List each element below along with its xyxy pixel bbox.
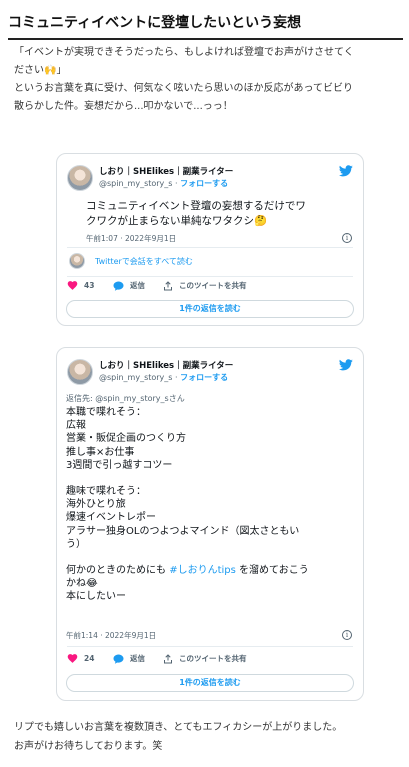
tweet-text-line: コミュニティイベント登壇の妄想するだけでワ: [86, 200, 306, 212]
share-icon: [164, 280, 172, 290]
closing-prefix: 何かのときのためにも: [66, 565, 170, 577]
handle-separator: ·: [172, 179, 181, 188]
outro-paragraph: リプでも嬉しいお言葉を複数頂き、とてもエフィカシーが上がりました。 お声がけお待…: [14, 718, 404, 756]
reply-bubble-icon: [113, 280, 124, 291]
blog-article: コミュニティイベントに登壇したいという妄想 「イベントが実現できそうだったら、も…: [0, 0, 409, 767]
outro-line: リプでも嬉しいお言葉を複数頂き、とてもエフィカシーが上がりました。: [14, 722, 343, 733]
avatar[interactable]: [67, 359, 93, 385]
section-heading: コミュニティイベントに登壇したいという妄想: [8, 12, 403, 40]
heart-icon: [67, 654, 78, 663]
avatar[interactable]: [69, 253, 85, 269]
closing-suffix: を溜めておこう: [235, 565, 309, 577]
like-button[interactable]: 24: [67, 653, 94, 663]
tweet-text-line: 海外ひとり旅: [66, 499, 126, 511]
tweet-text-line: アラサー独身OLのつよつよマインド（図太さともい: [66, 525, 300, 537]
intro-line: ださい🙌」: [14, 65, 67, 76]
twitter-bird-icon[interactable]: [339, 359, 353, 371]
tweet-actions: 24 返信 このツイートを共有: [67, 653, 357, 667]
reply-to-text: 返信先: @spin_my_story_sさん: [66, 394, 185, 403]
tweet-text: コミュニティイベント登壇の妄想するだけでワ クワクが止まらない単純なワタクシ🤔: [86, 199, 348, 229]
intro-line: というお言葉を真に受け、何気なく呟いたら思いのほか反応があってビビり: [14, 83, 353, 94]
outro-line: お声がけお待ちしております。笑: [14, 741, 163, 752]
reply-button[interactable]: 返信: [113, 653, 145, 664]
share-button[interactable]: このツイートを共有: [163, 653, 247, 664]
hashtag-link[interactable]: #しおりんtips: [169, 565, 236, 576]
tweet-text-line: 何かのときのためにも #しおりんtips を溜めておこう: [66, 564, 356, 577]
divider: [67, 276, 353, 277]
tweet-text-line: 爆速イベントレポー: [66, 512, 156, 524]
like-count: 24: [84, 653, 95, 663]
info-icon[interactable]: i: [342, 630, 352, 640]
handle-text[interactable]: @spin_my_story_s: [99, 373, 172, 382]
tweet-author-handle: @spin_my_story_s · フォローする: [99, 178, 228, 189]
share-icon: [164, 653, 172, 663]
heart-icon: [67, 281, 78, 290]
tweet-text-line: 3週間で引っ越すコツー: [66, 459, 173, 471]
like-count: 43: [84, 280, 95, 290]
tweet-text-line: 本にしたいー: [66, 591, 126, 603]
reply-bubble-icon: [113, 653, 124, 664]
tweet-text-line: 趣味で喋れそう：: [66, 486, 146, 498]
intro-paragraph: 「イベントが実現できそうだったら、もしよければ登壇でお声がけさせてく ださい🙌」…: [14, 44, 404, 116]
intro-line: 散らかした件。妄想だから...叩かないで...っっ！: [14, 101, 233, 112]
divider: [67, 646, 353, 647]
tweet-timestamp[interactable]: 午前1:07 · 2022年9月1日: [86, 233, 176, 244]
read-conversation-link[interactable]: Twitterで会話をすべて読む: [95, 256, 193, 267]
tweet-text-line: う）: [66, 538, 86, 550]
intro-line: 「イベントが実現できそうだったら、もしよければ登壇でお声がけさせてく: [14, 47, 354, 58]
tweet-author-handle: @spin_my_story_s · フォローする: [99, 372, 228, 383]
tweet-author-name[interactable]: しおり｜SHElikes｜副業ライター: [99, 359, 233, 371]
tweet-text-line: クワクが止まらない単純なワタクシ🤔: [86, 215, 268, 227]
info-icon[interactable]: i: [342, 233, 352, 243]
tweet-author-name[interactable]: しおり｜SHElikes｜副業ライター: [99, 165, 233, 177]
read-conversation-row[interactable]: Twitterで会話をすべて読む: [69, 252, 349, 272]
handle-text[interactable]: @spin_my_story_s: [99, 179, 172, 188]
embedded-tweet[interactable]: しおり｜SHElikes｜副業ライター @spin_my_story_s · フ…: [56, 347, 364, 701]
follow-link[interactable]: フォローする: [180, 373, 228, 382]
tweet-text-line: 広報: [66, 420, 86, 432]
read-replies-button[interactable]: 1件の返信を読む: [66, 300, 354, 318]
divider: [67, 247, 353, 248]
tweet-text-line: 営業・販促企画のつくり方: [66, 433, 186, 445]
tweet-text-line: かね😂: [66, 578, 98, 590]
embedded-tweet[interactable]: しおり｜SHElikes｜副業ライター @spin_my_story_s · フ…: [56, 153, 364, 326]
read-replies-button[interactable]: 1件の返信を読む: [66, 674, 354, 692]
share-button[interactable]: このツイートを共有: [163, 280, 247, 291]
tweet-actions: 43 返信 このツイートを共有: [67, 280, 357, 294]
reply-label: 返信: [130, 654, 145, 663]
share-label: このツイートを共有: [179, 654, 247, 663]
tweet-text-line: 推し事×お仕事: [66, 446, 135, 458]
follow-link[interactable]: フォローする: [180, 179, 228, 188]
avatar[interactable]: [67, 165, 93, 191]
tweet-text: 本職で喋れそう： 広報 営業・販促企画のつくり方 推し事×お仕事 3週間で引っ越…: [66, 406, 356, 604]
handle-separator: ·: [172, 373, 181, 382]
reply-button[interactable]: 返信: [113, 280, 145, 291]
tweet-timestamp[interactable]: 午前1:14 · 2022年9月1日: [66, 630, 156, 641]
like-button[interactable]: 43: [67, 280, 94, 290]
tweet-text-line: 本職で喋れそう：: [66, 407, 146, 418]
twitter-bird-icon[interactable]: [339, 165, 353, 177]
reply-label: 返信: [130, 281, 145, 290]
share-label: このツイートを共有: [179, 281, 247, 290]
